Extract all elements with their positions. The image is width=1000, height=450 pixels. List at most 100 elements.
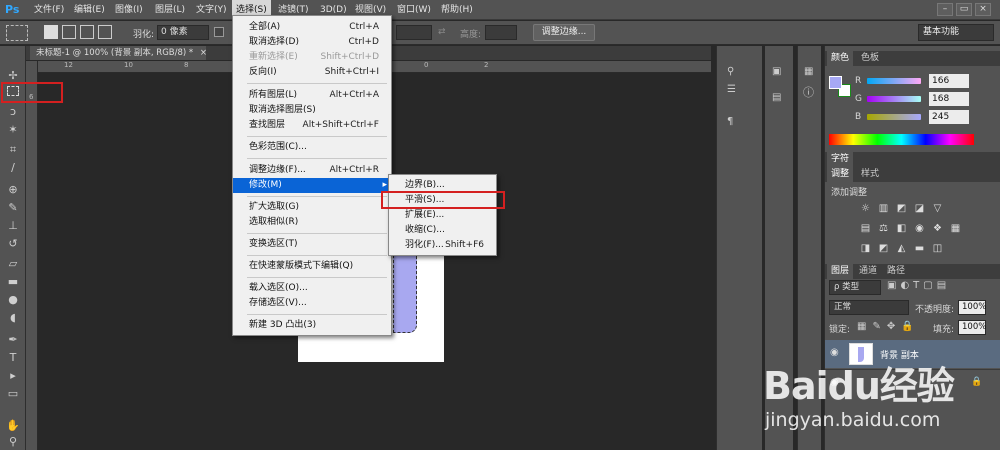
info-icon[interactable]: ⓘ (803, 84, 814, 100)
color-lookup-icon[interactable]: ▦ (949, 222, 962, 235)
curves-icon[interactable]: ◩ (895, 202, 908, 215)
menu-item-save-selection[interactable]: 存储选区(V)... (233, 296, 391, 311)
menu-item-similar[interactable]: 选取相似(R) (233, 215, 391, 230)
intersect-selection-icon[interactable] (98, 25, 112, 39)
lock-icons[interactable]: ▦✎✥🔒 (857, 321, 920, 332)
submenu-item-feather[interactable]: 羽化(F)... Shift+F6 (389, 238, 496, 253)
vibrance-icon[interactable]: ▽ (931, 202, 944, 215)
menu-item-quick-mask[interactable]: 在快速蒙版模式下编辑(Q) (233, 259, 391, 274)
brightness-icon[interactable]: ☼ (859, 202, 872, 215)
refine-edge-button[interactable]: 调整边缘... (533, 24, 595, 41)
anti-alias-checkbox[interactable] (214, 27, 224, 37)
menu-item-find-layers[interactable]: 查找图层 Alt+Shift+Ctrl+F (233, 118, 391, 133)
tab-close-icon[interactable]: × (200, 48, 207, 58)
maximize-button[interactable]: ▭ (956, 3, 972, 16)
menu-image[interactable]: 图像(I) (111, 0, 147, 20)
add-selection-icon[interactable] (62, 25, 76, 39)
threshold-icon[interactable]: ◭ (895, 242, 908, 255)
width-input[interactable] (396, 25, 432, 40)
color-balance-icon[interactable]: ⚖ (877, 222, 890, 235)
dodge-tool-icon[interactable]: ◖ (5, 310, 21, 326)
quick-select-tool-icon[interactable]: ✶ (5, 122, 21, 138)
tab-channels[interactable]: 通道 (855, 264, 881, 279)
close-window-button[interactable]: × (975, 3, 991, 16)
menu-item-load-selection[interactable]: 载入选区(O)... (233, 281, 391, 296)
channel-mixer-icon[interactable]: ❖ (931, 222, 944, 235)
menu-item-color-range[interactable]: 色彩范围(C)... (233, 140, 391, 155)
rectangle-tool-icon[interactable]: ▭ (5, 386, 21, 402)
document-tab[interactable]: 未标题-1 @ 100% (背景 副本, RGB/8) * × (30, 46, 207, 60)
eyedropper-tool-icon[interactable]: ∕ (5, 160, 21, 176)
fill-input[interactable]: 100% (958, 320, 986, 335)
zoom-tool-icon[interactable]: ⚲ (5, 434, 21, 450)
b-slider[interactable] (867, 114, 921, 120)
workspace-select[interactable]: 基本功能 (918, 24, 994, 41)
menu-item-new-3d-extrusion[interactable]: 新建 3D 凸出(3) (233, 318, 391, 333)
color-spectrum[interactable] (829, 134, 974, 145)
b-value-input[interactable]: 245 (929, 110, 969, 124)
tab-styles[interactable]: 样式 (857, 167, 883, 182)
type-tool-icon[interactable]: T (5, 350, 21, 366)
tab-swatches[interactable]: 色板 (857, 51, 883, 66)
menu-item-grow[interactable]: 扩大选取(G) (233, 200, 391, 215)
submenu-item-expand[interactable]: 扩展(E)... (389, 208, 496, 223)
height-input[interactable] (485, 25, 517, 40)
feather-input[interactable]: 0 像素 (157, 25, 209, 40)
menu-item-transform-selection[interactable]: 变换选区(T) (233, 237, 391, 252)
navigator-icon[interactable]: ▦ (804, 66, 813, 77)
tool-preset-icon[interactable]: ☰ (727, 84, 736, 95)
menu-window[interactable]: 窗口(W) (393, 0, 435, 20)
hand-tool-icon[interactable]: ✋ (5, 418, 21, 434)
menu-item-modify[interactable]: 修改(M) ▸ (233, 178, 391, 193)
blend-mode-select[interactable]: 正常 (829, 300, 909, 315)
clone-stamp-tool-icon[interactable]: ⊥ (5, 218, 21, 234)
levels-icon[interactable]: ▥ (877, 202, 890, 215)
paragraph-icon[interactable]: ¶ (727, 116, 733, 127)
menu-item-all-layers[interactable]: 所有图层(L) Alt+Ctrl+A (233, 88, 391, 103)
actions-icon[interactable]: ▤ (772, 92, 781, 103)
menu-item-refine-edge[interactable]: 调整边缘(F)... Alt+Ctrl+R (233, 163, 391, 178)
marquee-preset-icon[interactable] (6, 25, 28, 41)
path-select-tool-icon[interactable]: ▸ (5, 368, 21, 384)
history-icon[interactable]: ▣ (772, 66, 781, 77)
tab-adjustments[interactable]: 调整 (827, 167, 854, 182)
menu-file[interactable]: 文件(F) (30, 0, 68, 20)
opacity-input[interactable]: 100% (958, 300, 986, 315)
photo-filter-icon[interactable]: ◉ (913, 222, 926, 235)
tab-layers[interactable]: 图层 (827, 264, 854, 279)
menu-type[interactable]: 文字(Y) (192, 0, 231, 20)
layer-filter-icons[interactable]: ▣◐T▢▤ (887, 280, 950, 291)
layer-filter-select[interactable]: ρ 类型 (829, 280, 881, 295)
new-selection-icon[interactable] (44, 25, 58, 39)
exposure-icon[interactable]: ◪ (913, 202, 926, 215)
menu-item-inverse[interactable]: 反向(I) Shift+Ctrl+I (233, 65, 391, 80)
eraser-tool-icon[interactable]: ▱ (5, 256, 21, 272)
menu-item-deselect-layers[interactable]: 取消选择图层(S) (233, 103, 391, 118)
subtract-selection-icon[interactable] (80, 25, 94, 39)
gradient-tool-icon[interactable]: ▬ (5, 274, 21, 290)
bw-icon[interactable]: ◧ (895, 222, 908, 235)
invert-icon[interactable]: ◨ (859, 242, 872, 255)
g-value-input[interactable]: 168 (929, 92, 969, 106)
menu-help[interactable]: 帮助(H) (437, 0, 477, 20)
menu-item-deselect[interactable]: 取消选择(D) Ctrl+D (233, 35, 391, 50)
minimize-button[interactable]: – (937, 3, 953, 16)
lasso-tool-icon[interactable]: ↄ (5, 104, 21, 120)
brush-tool-icon[interactable]: ✎ (5, 200, 21, 216)
tab-paths[interactable]: 路径 (883, 264, 909, 279)
tab-color[interactable]: 颜色 (827, 51, 854, 66)
tab-character[interactable]: 字符 (827, 152, 854, 167)
crop-tool-icon[interactable]: ⌗ (5, 142, 21, 158)
submenu-item-contract[interactable]: 收缩(C)... (389, 223, 496, 238)
hue-sat-icon[interactable]: ▤ (859, 222, 872, 235)
brush-preset-icon[interactable]: ⚲ (727, 66, 734, 77)
gradient-map-icon[interactable]: ▬ (913, 242, 926, 255)
healing-brush-tool-icon[interactable]: ⊕ (5, 182, 21, 198)
swap-icon[interactable]: ⇄ (438, 27, 446, 37)
menu-layer[interactable]: 图层(L) (151, 0, 189, 20)
menu-item-all[interactable]: 全部(A) Ctrl+A (233, 20, 391, 35)
foreground-color-swatch[interactable] (829, 76, 842, 89)
history-brush-tool-icon[interactable]: ↺ (5, 236, 21, 252)
blur-tool-icon[interactable]: ● (5, 292, 21, 308)
pen-tool-icon[interactable]: ✒ (5, 332, 21, 348)
